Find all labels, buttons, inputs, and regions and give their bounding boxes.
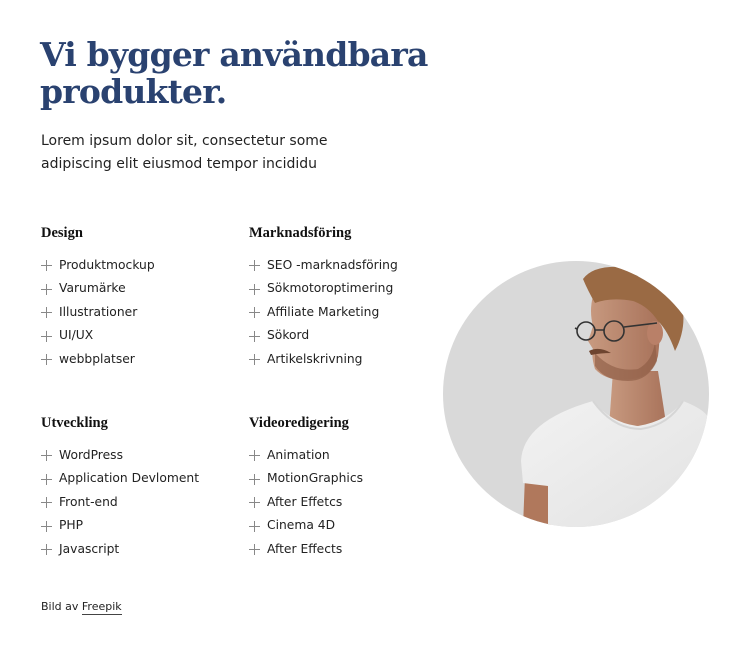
plus-icon [41,307,52,319]
list-item: Produktmockup [41,253,155,277]
list-item-label: webbplatser [59,351,135,366]
plus-icon [249,330,260,342]
list-item: Affiliate Marketing [249,300,398,324]
list-item: Varumärke [41,277,155,301]
list-item: Artikelskrivning [249,347,398,371]
list-item-label: Affiliate Marketing [267,304,380,319]
service-list: Produktmockup Varumärke Illustrationer U… [41,253,155,371]
plus-icon [41,330,52,342]
list-item-label: Illustrationer [59,304,138,319]
plus-icon [249,450,260,462]
list-item-label: After Effects [267,541,343,556]
plus-icon [41,354,52,366]
service-group-video-editing: Videoredigering Animation MotionGraphics… [249,412,363,561]
intro-text: Lorem ipsum dolor sit, consectetur some … [41,133,328,172]
service-list: Animation MotionGraphics After Effetcs C… [249,443,363,561]
list-item: After Effects [249,537,363,561]
list-item-label: SEO -marknadsföring [267,257,398,272]
list-item-label: Sökmotoroptimering [267,281,394,296]
list-item: Front-end [41,490,199,514]
list-item-label: Front-end [59,494,118,509]
list-item: Cinema 4D [249,514,363,538]
plus-icon [249,544,260,556]
list-item: webbplatser [41,347,155,371]
service-list: SEO -marknadsföring Sökmotoroptimering A… [249,253,398,371]
list-item: Application Devloment [41,467,199,491]
list-item-label: After Effetcs [267,494,343,509]
service-list: WordPress Application Devloment Front-en… [41,443,199,561]
list-item: UI/UX [41,324,155,348]
list-item: PHP [41,514,199,538]
group-heading: Utveckling [41,415,108,431]
credit-prefix: Bild av [41,600,79,613]
plus-icon [249,473,260,485]
list-item-label: Sökord [267,328,310,343]
t-shirt [521,401,709,527]
plus-icon [41,520,52,532]
list-item-label: Cinema 4D [267,518,336,533]
freepik-link[interactable]: Freepik [81,600,122,615]
list-item: Animation [249,443,363,467]
group-heading: Marknadsföring [249,225,352,241]
list-item-label: MotionGraphics [267,471,363,486]
plus-icon [41,260,52,272]
plus-icon [249,520,260,532]
plus-icon [41,450,52,462]
list-item: WordPress [41,443,199,467]
list-item: Sökmotoroptimering [249,277,398,301]
list-item-label: Produktmockup [59,257,155,272]
plus-icon [41,497,52,509]
list-item-label: Animation [267,447,330,462]
list-item-label: UI/UX [59,328,94,343]
plus-icon [249,497,260,509]
plus-icon [249,354,260,366]
list-item-label: Varumärke [59,281,126,296]
plus-icon [249,283,260,295]
list-item-label: Javascript [59,541,120,556]
plus-icon [41,283,52,295]
list-item: Javascript [41,537,199,561]
service-group-marketing: Marknadsföring SEO -marknadsföring Sökmo… [249,222,398,371]
service-group-development: Utveckling WordPress Application Devlome… [41,412,199,561]
plus-icon [41,544,52,556]
plus-icon [41,473,52,485]
list-item: Sökord [249,324,398,348]
list-item-label: PHP [59,518,84,533]
list-item-label: Application Devloment [59,471,200,486]
plus-icon [249,307,260,319]
image-credit: Bild av Freepik [41,600,122,615]
page-title: Vi bygger användbara produkter. [40,35,428,111]
list-item: SEO -marknadsföring [249,253,398,277]
group-heading: Design [41,225,83,241]
service-group-design: Design Produktmockup Varumärke Illustrat… [41,222,155,371]
list-item-label: Artikelskrivning [267,351,363,366]
list-item: MotionGraphics [249,467,363,491]
list-item: After Effetcs [249,490,363,514]
plus-icon [249,260,260,272]
portrait-photo [443,261,709,527]
list-item: Illustrationer [41,300,155,324]
list-item-label: WordPress [59,447,123,462]
group-heading: Videoredigering [249,415,349,431]
